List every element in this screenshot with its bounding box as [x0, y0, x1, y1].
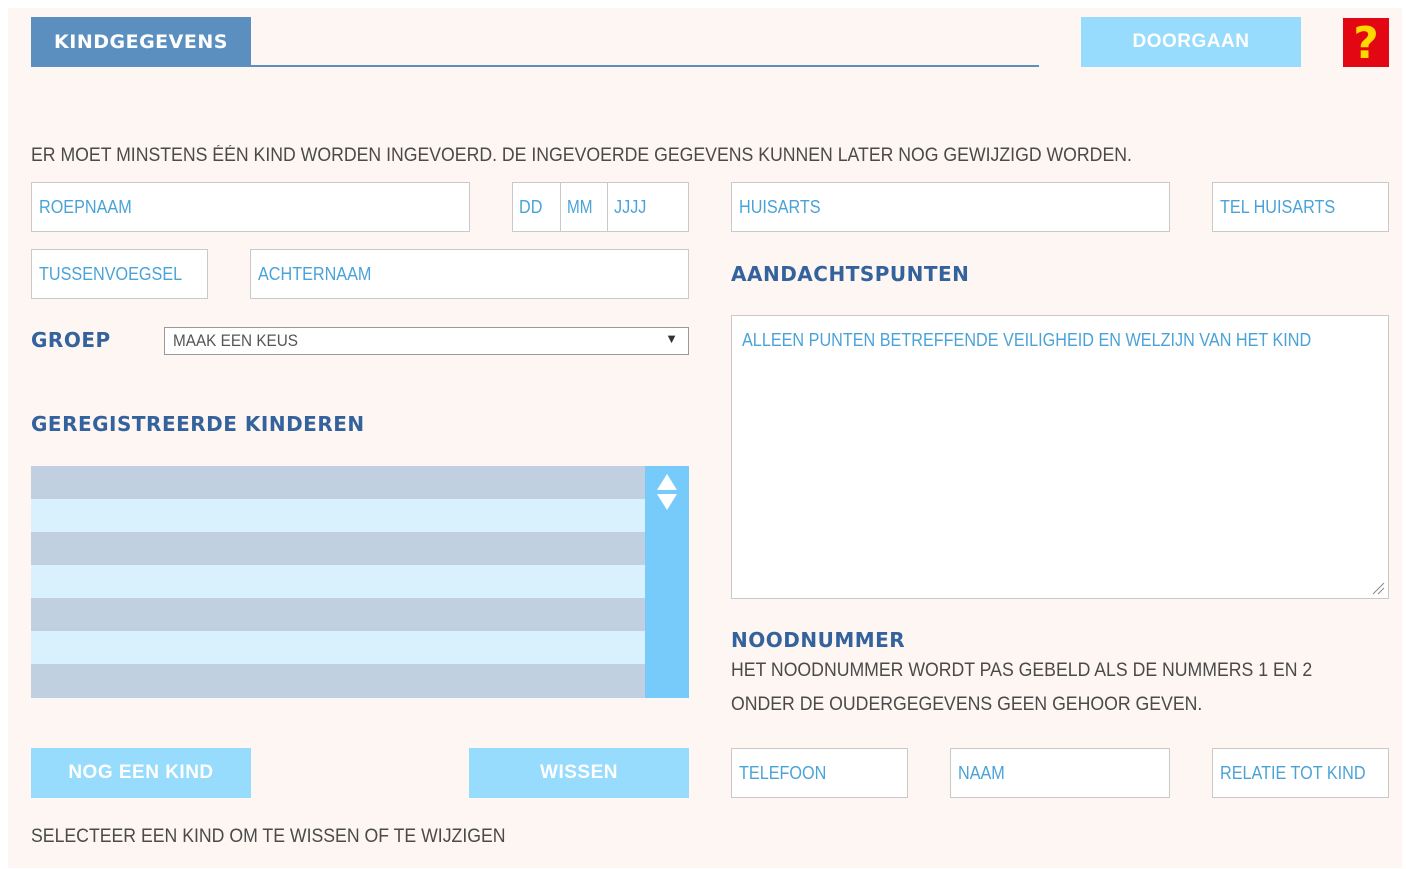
- first-name-input[interactable]: ROEPNAAM: [31, 182, 470, 232]
- birth-year-field[interactable]: JJJJ: [608, 183, 688, 231]
- emergency-phone-input[interactable]: TELEFOON: [731, 748, 908, 798]
- emergency-heading: NOODNUMMER: [731, 628, 906, 652]
- birth-date-input[interactable]: DD MM JJJJ: [512, 182, 689, 232]
- list-item[interactable]: [31, 565, 645, 598]
- last-name-input[interactable]: ACHTERNAAM: [250, 249, 689, 299]
- emergency-name-placeholder: NAAM: [958, 762, 1005, 783]
- group-selected-value: MAAK EEN KEUS: [173, 331, 298, 350]
- list-scrollbar[interactable]: [645, 466, 689, 698]
- intro-text: ER MOET MINSTENS ÉÉN KIND WORDEN INGEVOE…: [31, 145, 1132, 166]
- first-name-placeholder: ROEPNAAM: [39, 196, 132, 217]
- registered-children-list[interactable]: [31, 466, 689, 698]
- last-name-placeholder: ACHTERNAAM: [258, 263, 372, 284]
- delete-button[interactable]: WISSEN: [469, 748, 689, 798]
- emergency-phone-placeholder: TELEFOON: [739, 762, 827, 783]
- tab-kindgegevens[interactable]: KINDGEGEVENS: [31, 17, 251, 67]
- dropdown-arrow-icon: ▼: [665, 331, 678, 346]
- list-item[interactable]: [31, 532, 645, 565]
- emergency-relation-input[interactable]: RELATIE TOT KIND: [1212, 748, 1389, 798]
- birth-month-placeholder: MM: [567, 196, 593, 217]
- birth-year-placeholder: JJJJ: [614, 196, 647, 217]
- svg-text:?: ?: [1353, 21, 1379, 65]
- list-item[interactable]: [31, 466, 645, 499]
- doctor-placeholder: HUISARTS: [739, 196, 821, 217]
- list-item[interactable]: [31, 499, 645, 532]
- birth-day-field[interactable]: DD: [513, 183, 561, 231]
- tab-underline: [251, 65, 1039, 67]
- birth-month-field[interactable]: MM: [561, 183, 608, 231]
- doctor-phone-input[interactable]: TEL HUISARTS: [1212, 182, 1389, 232]
- list-item[interactable]: [31, 664, 645, 698]
- emergency-relation-placeholder: RELATIE TOT KIND: [1220, 762, 1366, 783]
- selection-hint: SELECTEER EEN KIND OM TE WISSEN OF TE WI…: [31, 826, 506, 847]
- attention-placeholder: ALLEEN PUNTEN BETREFFENDE VEILIGHEID EN …: [742, 330, 1312, 350]
- resize-handle-icon[interactable]: [1371, 581, 1385, 595]
- question-mark-icon: ?: [1353, 21, 1379, 65]
- doctor-phone-placeholder: TEL HUISARTS: [1220, 196, 1336, 217]
- attention-textarea[interactable]: ALLEEN PUNTEN BETREFFENDE VEILIGHEID EN …: [731, 315, 1389, 599]
- prefix-input[interactable]: TUSSENVOEGSEL: [31, 249, 208, 299]
- doctor-input[interactable]: HUISARTS: [731, 182, 1170, 232]
- attention-heading: AANDACHTSPUNTEN: [731, 262, 970, 286]
- help-button[interactable]: ?: [1343, 18, 1389, 67]
- list-item[interactable]: [31, 598, 645, 631]
- emergency-text-line1: HET NOODNUMMER WORDT PAS GEBELD ALS DE N…: [731, 660, 1313, 681]
- add-child-button[interactable]: NOG EEN KIND: [31, 748, 251, 798]
- emergency-name-input[interactable]: NAAM: [950, 748, 1170, 798]
- list-item[interactable]: [31, 631, 645, 664]
- registered-heading: GEREGISTREERDE KINDEREN: [31, 412, 365, 436]
- scroll-arrows-icon[interactable]: [645, 468, 689, 518]
- group-select[interactable]: MAAK EEN KEUS ▼: [164, 327, 689, 355]
- emergency-text-line2: ONDER DE OUDERGEGEVENS GEEN GEHOOR GEVEN…: [731, 694, 1203, 715]
- birth-day-placeholder: DD: [519, 196, 543, 217]
- group-label: GROEP: [31, 328, 111, 352]
- continue-button[interactable]: DOORGAAN: [1081, 17, 1301, 67]
- prefix-placeholder: TUSSENVOEGSEL: [39, 263, 183, 284]
